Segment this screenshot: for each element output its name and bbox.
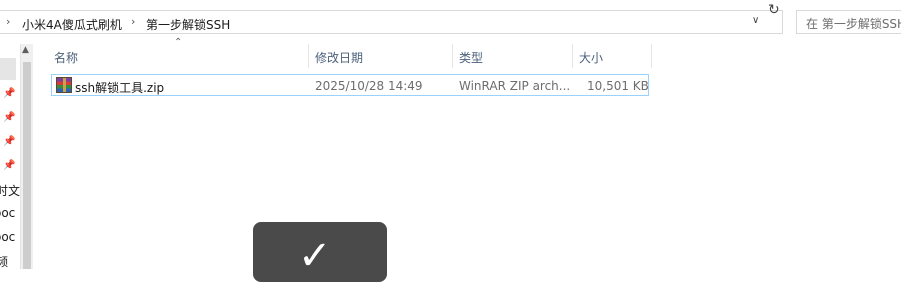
file-name[interactable]: ssh解锁工具.zip: [75, 79, 164, 96]
address-row: › 小米4A傻瓜式刷机 › 第一步解锁SSH ∨ ↻ 在 第一步解锁SSH: [0, 0, 901, 44]
column-divider[interactable]: [308, 44, 309, 68]
scrollbar-thumb[interactable]: [23, 62, 31, 269]
pin-icon[interactable]: 📌: [3, 112, 15, 123]
column-header-modified[interactable]: 修改日期: [315, 49, 363, 66]
file-modified: 2025/10/28 14:49: [315, 79, 423, 93]
address-bar[interactable]: › 小米4A傻瓜式刷机 › 第一步解锁SSH ∨: [0, 10, 783, 34]
winrar-zip-icon: [56, 77, 72, 93]
chevron-down-icon[interactable]: ∨: [752, 15, 759, 26]
pin-icon[interactable]: 📌: [3, 88, 15, 99]
column-header-type[interactable]: 类型: [459, 49, 483, 66]
toast-notification: ✓: [253, 222, 387, 282]
scroll-up-icon[interactable]: ▲: [22, 45, 29, 55]
file-type: WinRAR ZIP arch...: [459, 79, 571, 93]
column-header-row: ⌃ 名称 修改日期 类型 大小: [33, 37, 901, 68]
file-row[interactable]: ssh解锁工具.zip 2025/10/28 14:49 WinRAR ZIP …: [51, 74, 649, 96]
nav-item[interactable]: 频: [0, 253, 8, 269]
search-input[interactable]: 在 第一步解锁SSH: [796, 10, 901, 34]
zip-strap: [63, 78, 66, 92]
pin-icon[interactable]: 📌: [3, 160, 15, 171]
breadcrumb-item-parent[interactable]: 小米4A傻瓜式刷机: [22, 16, 122, 33]
pin-icon[interactable]: 📌: [3, 136, 15, 147]
sort-ascending-icon: ⌃: [174, 37, 183, 48]
checkmark-icon: ✓: [298, 233, 332, 279]
column-header-size[interactable]: 大小: [579, 49, 603, 66]
breadcrumb-separator-icon[interactable]: ›: [6, 15, 10, 28]
nav-item[interactable]: ooc: [0, 230, 15, 244]
navigation-pane: 📌 📌 📌 📌 时文 ooc ooc 频: [0, 44, 20, 269]
file-size: 10,501 KB: [587, 79, 649, 93]
breadcrumb-separator-icon[interactable]: ›: [131, 15, 135, 28]
nav-item[interactable]: 时文: [0, 182, 20, 199]
column-divider[interactable]: [452, 44, 453, 68]
nav-item[interactable]: ooc: [0, 206, 15, 220]
search-placeholder: 在 第一步解锁SSH: [806, 17, 901, 31]
column-header-name[interactable]: 名称: [54, 49, 78, 66]
breadcrumb-item-current[interactable]: 第一步解锁SSH: [146, 16, 230, 33]
column-divider[interactable]: [572, 44, 573, 68]
refresh-icon[interactable]: ↻: [768, 2, 780, 18]
column-divider[interactable]: [651, 44, 652, 68]
nav-scrollbar[interactable]: ▲: [20, 44, 33, 269]
nav-item-selected[interactable]: [0, 58, 16, 80]
